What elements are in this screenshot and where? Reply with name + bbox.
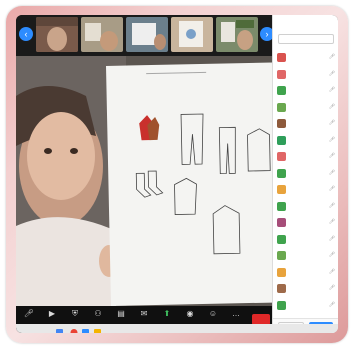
chat-icon: ✉ [140, 309, 148, 318]
participant-row[interactable]: 🎤︎ [277, 85, 337, 97]
mic-muted-icon: 🎤︎ [328, 186, 335, 192]
reactions-icon: ☺ [208, 309, 218, 318]
avatar [277, 69, 286, 79]
avatar [277, 218, 286, 227]
clothing-drawings [135, 113, 271, 255]
participant-thumbnail[interactable] [81, 17, 123, 52]
mic-muted-icon: 🎤︎ [328, 219, 335, 225]
participant-row[interactable]: 🎤︎ [277, 168, 337, 180]
avatar [277, 185, 286, 194]
participant-row[interactable]: 🎤︎ [277, 267, 337, 279]
avatar [277, 119, 286, 128]
taskbar-icons [56, 329, 101, 333]
participant-row[interactable]: 🎤︎ [277, 52, 337, 64]
participant-thumbnail[interactable] [216, 17, 258, 52]
avatar [277, 300, 286, 310]
os-taskbar [16, 324, 338, 333]
mic-muted-icon: 🎤︎ [328, 103, 335, 110]
security-button[interactable]: ⛨ [64, 309, 86, 321]
prev-page-button[interactable]: ‹ [19, 27, 33, 41]
mic-muted-icon: 🎤︎ [328, 136, 335, 143]
mic-muted-icon: 🎤︎ [328, 268, 335, 275]
mic-muted-icon: 🎤︎ [328, 120, 335, 126]
participant-thumbnail[interactable] [36, 17, 78, 52]
share-screen-button[interactable]: ⬆ [156, 309, 178, 321]
participant-row[interactable]: 🎤︎ [277, 234, 337, 246]
video-frame [36, 17, 78, 52]
avatar [277, 168, 286, 178]
more-button[interactable]: … [225, 309, 247, 321]
video-frame [216, 17, 258, 52]
participants-panel: 🎤︎ 🎤︎ 🎤︎ 🎤︎ 🎤︎ 🎤︎ 🎤︎ 🎤︎ 🎤︎ 🎤︎ 🎤︎ 🎤︎ 🎤︎ 🎤︎ 🎤︎ 🎤︎ [272, 15, 338, 333]
mic-icon: 🎤︎ [23, 309, 35, 318]
avatar [277, 234, 286, 244]
shield-icon: ⛨ [72, 309, 78, 318]
participant-row[interactable]: 🎤︎ [277, 283, 337, 295]
mic-muted-icon: 🎤︎ [328, 252, 335, 258]
video-button[interactable]: ▶ [41, 309, 63, 321]
polls-button[interactable]: ▤ [110, 309, 132, 321]
worksheet [106, 62, 272, 306]
participant-row[interactable]: 🎤︎ [277, 217, 337, 229]
search-input[interactable] [278, 34, 334, 44]
avatar [277, 135, 286, 145]
mic-muted-icon: 🎤︎ [328, 169, 335, 176]
participants-button[interactable]: ⚇ [87, 309, 109, 321]
avatar [277, 152, 286, 161]
video-frame [171, 17, 213, 52]
participant-row[interactable]: 🎤︎ [277, 250, 337, 262]
avatar [277, 53, 286, 62]
mic-muted-icon: 🎤︎ [328, 54, 335, 60]
meeting-window: ‹ › 🎤︎ ▶ ⛨ ⚇ ▤ ✉ ⬆ ◉ ☺ … 🎤︎ 🎤︎ 🎤︎ 🎤︎ 🎤︎ … [16, 15, 338, 333]
mic-muted-icon: 🎤︎ [328, 202, 335, 209]
avatar [277, 102, 286, 112]
avatar [277, 251, 286, 260]
avatar [277, 201, 286, 211]
mic-muted-icon: 🎤︎ [328, 87, 335, 93]
participant-row[interactable]: 🎤︎ [277, 102, 337, 114]
participant-row[interactable]: 🎤︎ [277, 69, 337, 81]
gallery-strip: ‹ › [16, 15, 274, 56]
participant-row[interactable]: 🎤︎ [277, 118, 337, 130]
participant-row[interactable]: 🎤︎ [277, 300, 337, 312]
avatar [277, 267, 286, 277]
avatar [277, 284, 286, 293]
mute-button[interactable]: 🎤︎ [18, 309, 40, 321]
record-button[interactable]: ◉ [179, 309, 201, 321]
mic-muted-icon: 🎤︎ [328, 301, 335, 308]
poll-icon: ▤ [117, 309, 125, 318]
participant-row[interactable]: 🎤︎ [277, 201, 337, 213]
mic-muted-icon: 🎤︎ [328, 235, 335, 242]
video-frame [81, 17, 123, 52]
participant-row[interactable]: 🎤︎ [277, 135, 337, 147]
participant-row[interactable]: 🎤︎ [277, 184, 337, 196]
reactions-button[interactable]: ☺ [202, 309, 224, 321]
chat-button[interactable]: ✉ [133, 309, 155, 321]
active-speaker-video [16, 56, 272, 306]
mic-muted-icon: 🎤︎ [328, 153, 335, 159]
mic-muted-icon: 🎤︎ [328, 70, 335, 77]
participant-thumbnail[interactable] [171, 17, 213, 52]
record-icon: ◉ [186, 309, 194, 318]
participant-thumbnail[interactable] [126, 17, 168, 52]
mic-muted-icon: 🎤︎ [328, 285, 335, 291]
video-frame [126, 17, 168, 52]
video-icon: ▶ [48, 309, 56, 318]
participants-icon: ⚇ [94, 309, 102, 318]
more-icon: … [232, 309, 240, 318]
participant-row[interactable]: 🎤︎ [277, 151, 337, 163]
avatar [277, 86, 286, 95]
share-screen-icon: ⬆ [163, 309, 171, 318]
